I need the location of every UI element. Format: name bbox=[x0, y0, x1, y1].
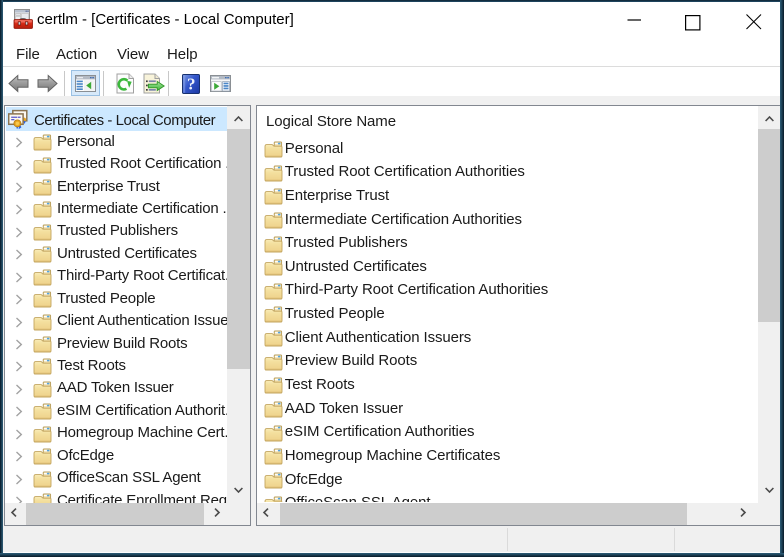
svg-text:?: ? bbox=[187, 74, 196, 93]
